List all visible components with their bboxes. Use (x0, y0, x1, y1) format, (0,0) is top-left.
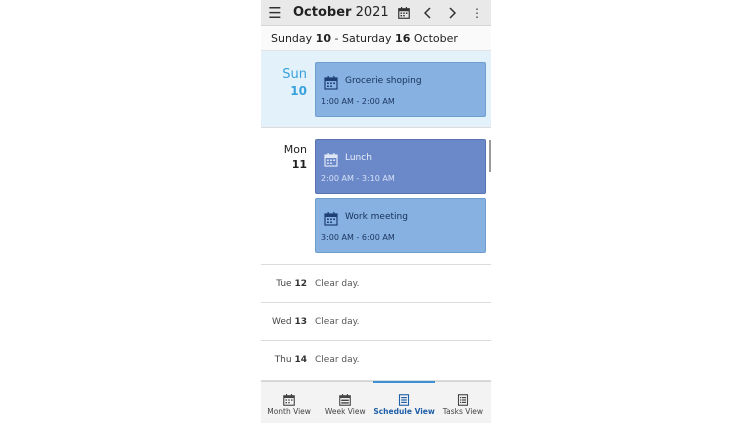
week-start-day: Sunday (271, 32, 313, 45)
day-section-mon: Mon 11 Lunch 2:00 AM - 3:10 AM Work meet… (261, 128, 491, 265)
bottom-nav: Month View Week View Schedule View Tasks… (261, 381, 491, 423)
event-card[interactable]: Lunch 2:00 AM - 3:10 AM (315, 139, 486, 194)
calendar-event-icon (324, 211, 338, 226)
day-label[interactable]: Sun 10 (282, 67, 307, 98)
week-end-day: Saturday (341, 32, 392, 45)
week-month: October (413, 32, 458, 45)
list-item[interactable]: Tue 12 Clear day. (261, 265, 491, 303)
day-name: Sun (282, 67, 307, 82)
chevron-right-icon[interactable] (443, 0, 461, 26)
more-vertical-icon[interactable]: ⋮ (468, 0, 486, 26)
title-year: 2021 (355, 5, 389, 20)
nav-label: Month View (267, 407, 311, 416)
chevron-left-icon[interactable] (419, 0, 437, 26)
week-calendar-icon (339, 391, 352, 406)
event-title: Work meeting (345, 212, 408, 222)
event-time: 3:00 AM - 6:00 AM (321, 233, 395, 242)
toolbar: ☰ October 2021 ⋮ (261, 0, 491, 26)
calendar-icon[interactable] (395, 0, 413, 26)
tab-schedule-view[interactable]: Schedule View (373, 381, 435, 423)
week-end-date: 16 (395, 32, 411, 45)
day-name: Thu (274, 355, 292, 365)
title-month: October (293, 5, 352, 20)
list-item[interactable]: Thu 14 Clear day. (261, 341, 491, 381)
schedule-list-icon (398, 391, 410, 406)
day-name: Wed (271, 317, 292, 327)
day-label: Thu 14 (275, 355, 307, 365)
list-item[interactable]: Wed 13 Clear day. (261, 303, 491, 341)
event-time: 1:00 AM - 2:00 AM (321, 97, 395, 106)
day-number: 11 (291, 158, 307, 171)
nav-label: Tasks View (442, 407, 484, 416)
event-time: 2:00 AM - 3:10 AM (321, 174, 395, 183)
calendar-event-icon (324, 152, 338, 167)
week-start-date: 10 (315, 32, 331, 45)
day-section-sun: Sun 10 Grocerie shoping 1:00 AM - 2:00 A… (261, 51, 491, 128)
tab-week-view[interactable]: Week View (317, 382, 373, 423)
nav-label: Week View (324, 407, 366, 416)
day-label[interactable]: Mon 11 (284, 143, 307, 171)
hamburger-menu-icon[interactable]: ☰ (265, 0, 285, 26)
tab-tasks-view[interactable]: Tasks View (435, 382, 491, 423)
tasks-list-icon (457, 391, 469, 406)
clear-day-text: Clear day. (315, 355, 360, 365)
clear-day-text: Clear day. (315, 279, 360, 289)
week-range-header: Sunday 10 - Saturday 16 October (261, 26, 491, 51)
page-title: October 2021 (293, 5, 389, 20)
tab-month-view[interactable]: Month View (261, 382, 317, 423)
day-number: 12 (294, 279, 307, 289)
day-name: Tue (276, 279, 292, 289)
day-number: 13 (294, 317, 307, 327)
event-title: Grocerie shoping (345, 76, 422, 86)
day-name: Mon (283, 143, 307, 156)
day-number: 10 (290, 84, 307, 98)
day-number: 14 (294, 355, 307, 365)
event-title: Lunch (345, 153, 372, 163)
event-card[interactable]: Work meeting 3:00 AM - 6:00 AM (315, 198, 486, 253)
week-separator: - (334, 32, 339, 45)
month-calendar-icon (283, 391, 295, 406)
day-label: Tue 12 (276, 279, 307, 289)
nav-label: Schedule View (373, 407, 435, 416)
day-label: Wed 13 (272, 317, 307, 327)
calendar-app: ☰ October 2021 ⋮ Sunday 10 - Saturday 16… (261, 0, 491, 423)
scroll-indicator[interactable] (489, 140, 491, 172)
clear-day-text: Clear day. (315, 317, 360, 327)
event-card[interactable]: Grocerie shoping 1:00 AM - 2:00 AM (315, 62, 486, 117)
calendar-event-icon (324, 75, 338, 90)
